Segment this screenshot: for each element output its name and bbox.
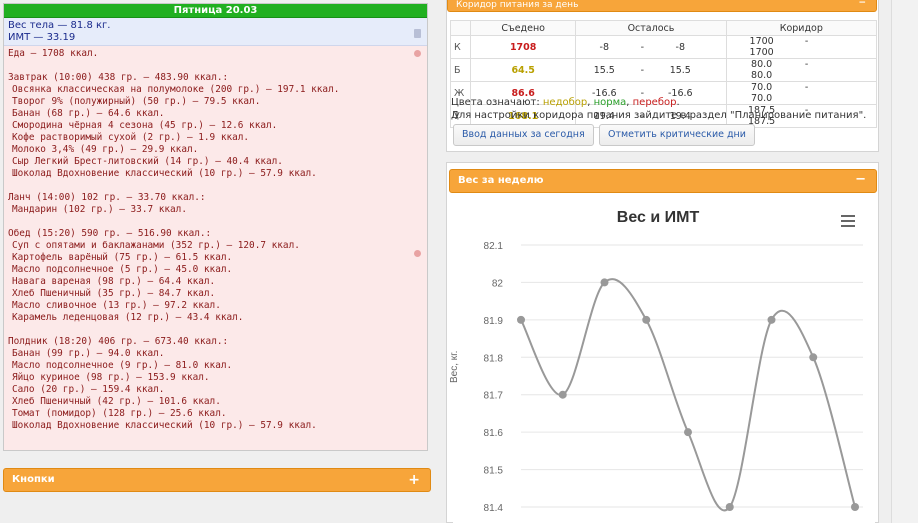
data-point[interactable] xyxy=(684,428,692,437)
week-title: Вес за неделю xyxy=(458,175,544,186)
legend-over: перебор xyxy=(632,97,677,108)
food-item[interactable]: Банан (99 гр.) — 94.0 ккал. xyxy=(8,348,423,360)
y-tick-label: 81.6 xyxy=(484,428,504,439)
food-item[interactable]: Томат (помидор) (128 гр.) — 25.6 ккал. xyxy=(8,408,423,420)
col-left: Осталось xyxy=(575,20,727,36)
col-corridor: Коридор xyxy=(725,20,878,36)
corridor-row: К 1708 -8- -8 1700 -1700 xyxy=(449,35,878,59)
food-item[interactable]: Навага вареная (98 гр.) — 64.4 ккал. xyxy=(8,276,423,288)
corridor-header[interactable]: Коридор питания за день − xyxy=(447,0,877,12)
y-tick-label: 82 xyxy=(492,278,504,289)
corridor-range: 1700 -1700 xyxy=(725,35,878,59)
y-tick-label: 81.4 xyxy=(484,503,504,514)
food-item[interactable]: Карамель леденцовая (12 гр.) — 43.4 ккал… xyxy=(8,312,423,324)
data-point[interactable] xyxy=(642,315,651,324)
menu-icon[interactable] xyxy=(841,215,855,227)
legend-under: недобор xyxy=(542,97,588,108)
chart-svg: 82.1 82 81.9 81.8 81.7 81.6 81.5 81.4 xyxy=(484,241,863,514)
mark-critical-days-button[interactable]: Отметить критические дни xyxy=(599,124,755,146)
data-point[interactable] xyxy=(600,278,609,287)
food-item[interactable]: Суп с опятами и баклажанами (352 гр.) — … xyxy=(8,240,423,252)
collapse-icon[interactable]: − xyxy=(858,0,866,8)
day-header[interactable]: Пятница 20.03 xyxy=(4,4,427,18)
corridor-hint: Для настройки коридора питания зайдите в… xyxy=(451,110,867,121)
food-item[interactable]: Шоколад Вдохновение классический (10 гр.… xyxy=(8,168,423,180)
corridor-row: Б 64.5 15.5-15.5 80.0 -80.0 xyxy=(449,58,878,82)
food-item[interactable]: Смородина чёрная 4 сезона (45 гр.) — 12.… xyxy=(8,120,423,132)
eaten-value: 1708 xyxy=(470,35,577,59)
weight-text: Вес тела — 81.8 кг. xyxy=(8,20,111,31)
food-list: Еда — 1708 ккал. Завтрак (10:00) 438 гр.… xyxy=(4,46,427,450)
eaten-value: 64.5 xyxy=(470,58,577,82)
y-tick-label: 81.8 xyxy=(484,353,504,364)
data-point[interactable] xyxy=(558,390,567,399)
chart-ylabel: Вес, кг. xyxy=(449,350,460,383)
enter-today-button[interactable]: Ввод данных за сегодня xyxy=(453,124,594,146)
y-tick-label: 81.5 xyxy=(484,466,504,477)
y-tick-label: 81.7 xyxy=(484,391,504,402)
food-item[interactable]: Хлеб Пшеничный (42 гр.) — 101.6 ккал. xyxy=(8,396,423,408)
food-item[interactable]: Сыр Легкий Брест-литовский (14 гр.) — 40… xyxy=(8,156,423,168)
chart-title: Вес и ИМТ xyxy=(616,209,700,226)
corridor-panel: Коридор питания за день − Съедено Остало… xyxy=(446,0,879,152)
food-item[interactable]: Банан (68 гр.) — 64.6 ккал. xyxy=(8,108,423,120)
data-point[interactable] xyxy=(725,503,734,511)
data-point[interactable] xyxy=(851,503,859,511)
food-item[interactable]: Мандарин (102 гр.) — 33.7 ккал. xyxy=(8,204,423,216)
col-eaten: Съедено xyxy=(470,20,577,36)
y-tick-label: 82.1 xyxy=(484,241,504,252)
food-item[interactable]: Масло подсолнечное (9 гр.) — 81.0 ккал. xyxy=(8,360,423,372)
lock-icon[interactable] xyxy=(414,29,421,38)
left-range: -8- -8 xyxy=(575,35,727,59)
corridor-range: 80.0 -80.0 xyxy=(725,58,878,82)
data-point[interactable] xyxy=(809,353,818,362)
food-item[interactable]: Сало (20 гр.) — 159.4 ккал. xyxy=(8,384,423,396)
week-panel: Вес за неделю − 82.1 82 81.9 81.8 81.7 81.6 81… xyxy=(446,162,879,523)
page-margin xyxy=(891,0,918,523)
legend-norm: норма xyxy=(593,97,627,108)
food-item[interactable]: Овсянка классическая на полумолоке (200 … xyxy=(8,84,423,96)
food-item[interactable]: Молоко 3,4% (49 гр.) — 29.9 ккал. xyxy=(8,144,423,156)
food-item[interactable]: Масло подсолнечное (5 гр.) — 45.0 ккал. xyxy=(8,264,423,276)
food-item[interactable]: Картофель варёный (75 гр.) — 61.5 ккал. xyxy=(8,252,423,264)
edit-icon[interactable] xyxy=(414,250,421,257)
corridor-legend: Цвета означают: недобор, норма, перебор.… xyxy=(451,97,867,121)
food-item[interactable]: Творог 9% (полужирный) (50 гр.) — 79.5 к… xyxy=(8,96,423,108)
body-stats: Вес тела — 81.8 кг. ИМТ — 33.19 xyxy=(4,18,427,46)
nutrient-label: Б xyxy=(449,58,472,82)
food-item[interactable]: Хлеб Пшеничный (35 гр.) — 84.7 ккал. xyxy=(8,288,423,300)
weight-chart: 82.1 82 81.9 81.8 81.7 81.6 81.5 81.4 Вес и ИМТ… xyxy=(449,203,875,523)
food-item[interactable]: Масло сливочное (13 гр.) — 97.2 ккал. xyxy=(8,300,423,312)
buttons-panel-header[interactable]: Кнопки + xyxy=(3,468,431,492)
nutrient-label: К xyxy=(449,35,472,59)
food-total: Еда — 1708 ккал. xyxy=(8,48,99,59)
collapse-icon[interactable]: − xyxy=(855,169,866,191)
bmi-text: ИМТ — 33.19 xyxy=(8,32,76,43)
meal-title[interactable]: Завтрак (10:00) 438 гр. — 483.90 ккал.: xyxy=(8,72,423,84)
food-item[interactable]: Шоколад Вдохновение классический (10 гр.… xyxy=(8,420,423,432)
meal-title[interactable]: Полдник (18:20) 406 гр. — 673.40 ккал.: xyxy=(8,336,423,348)
meal-title[interactable]: Ланч (14:00) 102 гр. — 33.70 ккал.: xyxy=(8,192,423,204)
week-header[interactable]: Вес за неделю − xyxy=(449,169,877,193)
meal-title[interactable]: Обед (15:20) 590 гр. — 516.90 ккал.: xyxy=(8,228,423,240)
day-panel: Пятница 20.03 Вес тела — 81.8 кг. ИМТ — … xyxy=(3,3,428,451)
left-range: 15.5-15.5 xyxy=(575,58,727,82)
plus-icon[interactable]: + xyxy=(408,469,420,491)
edit-icon[interactable] xyxy=(414,50,421,57)
data-point[interactable] xyxy=(767,315,776,324)
corridor-title: Коридор питания за день xyxy=(456,0,579,10)
food-item[interactable]: Яйцо куриное (98 гр.) — 153.9 ккал. xyxy=(8,372,423,384)
food-item[interactable]: Кофе растворимый сухой (2 гр.) — 1.9 кка… xyxy=(8,132,423,144)
data-point[interactable] xyxy=(517,315,525,324)
buttons-panel-title: Кнопки xyxy=(12,474,55,485)
y-tick-label: 81.9 xyxy=(484,316,504,327)
